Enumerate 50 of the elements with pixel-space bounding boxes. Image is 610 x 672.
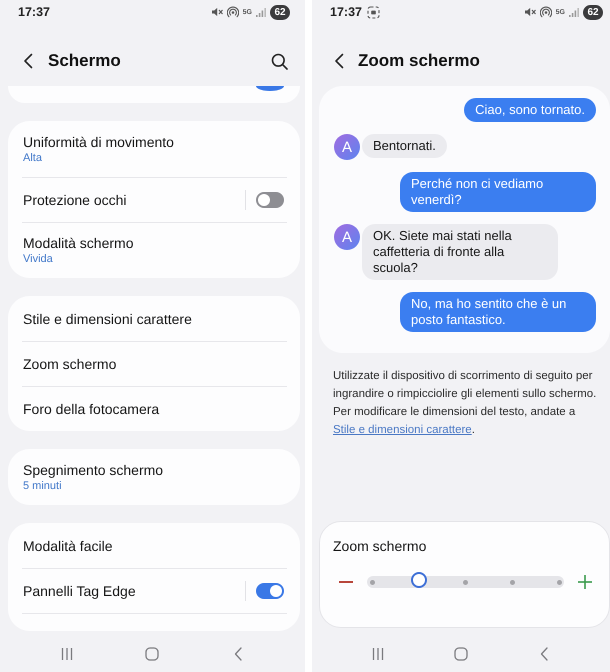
plus-icon[interactable] bbox=[578, 575, 592, 589]
setting-label[interactable]: Foro della fotocamera bbox=[23, 400, 160, 418]
recent-apps-icon[interactable] bbox=[60, 647, 73, 661]
setting-label[interactable]: Pannelli Tag Edge bbox=[23, 582, 136, 600]
screen-title: Zoom schermo bbox=[358, 51, 480, 71]
toggle-switch[interactable] bbox=[256, 582, 284, 598]
received-message-bubble: OK. Siete mai stati nella caffetteria di fronte alla scuola? bbox=[362, 224, 558, 280]
slider-step-icon bbox=[556, 580, 562, 584]
hotspot-icon bbox=[540, 6, 552, 18]
description-text: Utilizzate il dispositivo di scorrimento di seguito per ingrandire o rimpicciolire gli elementi sullo schermo. Per modificare le dimensioni del testo, andate a Stile e dimensioni carattere. bbox=[333, 369, 598, 438]
back-icon[interactable] bbox=[334, 53, 344, 69]
signal-icon bbox=[569, 7, 579, 17]
toggle-switch[interactable] bbox=[256, 192, 284, 208]
hotspot-icon bbox=[226, 6, 239, 18]
setting-label[interactable]: Modalità facile bbox=[23, 536, 112, 554]
setting-label[interactable]: Stile e dimensioni carattere bbox=[23, 310, 192, 328]
slider-step-icon bbox=[463, 580, 468, 584]
contact-avatar: A bbox=[334, 134, 360, 160]
screen-title: Schermo bbox=[48, 51, 121, 71]
home-icon[interactable] bbox=[454, 647, 468, 661]
recent-apps-icon[interactable] bbox=[372, 647, 384, 661]
setting-label[interactable]: Uniformità di movimento bbox=[23, 133, 174, 151]
status-time: 17:37 bbox=[18, 5, 50, 19]
setting-label[interactable]: Protezione occhi bbox=[23, 190, 127, 208]
contact-avatar: A bbox=[334, 224, 360, 250]
sent-message-bubble: Ciao, sono tornato. bbox=[464, 98, 596, 122]
setting-label[interactable]: Modalità schermo bbox=[23, 234, 134, 252]
setting-value: 5 minuti bbox=[23, 479, 62, 493]
sent-message-bubble: Perché non ci vediamo venerdì? bbox=[400, 172, 596, 212]
slider-step-icon bbox=[510, 580, 515, 584]
slider-thumb[interactable] bbox=[410, 572, 427, 588]
signal-icon bbox=[256, 7, 266, 17]
slider-step-icon bbox=[370, 580, 374, 584]
home-icon[interactable] bbox=[145, 647, 160, 661]
status-time: 17:37 bbox=[330, 5, 362, 19]
back-icon[interactable] bbox=[23, 53, 33, 69]
setting-label[interactable]: Zoom schermo bbox=[23, 354, 116, 372]
setting-value: Alta bbox=[23, 151, 42, 165]
text-settings-link[interactable]: Stile e dimensioni carattere bbox=[333, 424, 472, 436]
mute-icon bbox=[210, 6, 223, 18]
battery-level: 62 bbox=[270, 4, 290, 20]
panel-title: Zoom schermo bbox=[333, 537, 426, 555]
toggle-switch[interactable] bbox=[256, 86, 284, 91]
mute-icon bbox=[524, 6, 536, 18]
received-message-bubble: Bentornati. bbox=[362, 134, 447, 158]
setting-label[interactable]: Spegnimento schermo bbox=[23, 461, 164, 479]
sent-message-bubble: No, ma ho sentito che è un posto fantastico. bbox=[400, 292, 596, 332]
search-icon[interactable] bbox=[271, 52, 288, 70]
battery-level: 62 bbox=[583, 4, 603, 20]
setting-value: Vivida bbox=[23, 252, 53, 266]
